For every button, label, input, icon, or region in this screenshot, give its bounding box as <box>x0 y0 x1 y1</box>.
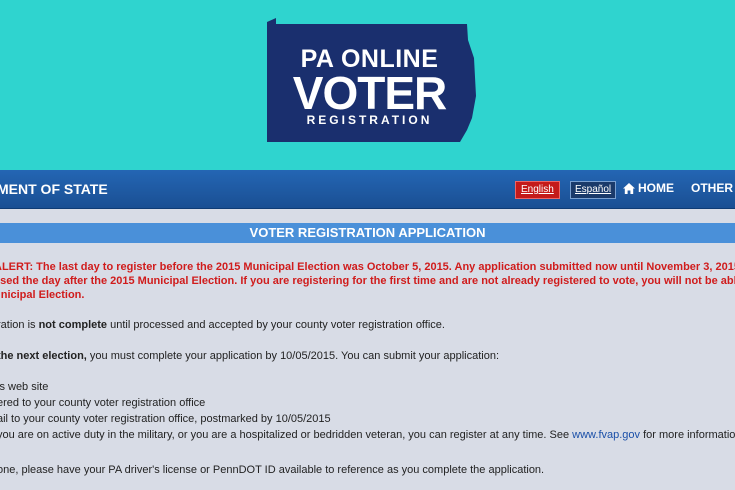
registration-status-text: ration is not complete until processed a… <box>0 319 445 331</box>
submit-option-web: is web site <box>0 381 49 393</box>
home-nav-label: HOME <box>638 181 674 195</box>
alert-line-2: ssed the day after the 2015 Municipal El… <box>0 275 735 287</box>
top-navigation-bar: MENT OF STATE English Español HOME OTHER… <box>0 170 735 209</box>
pa-online-voter-registration-logo[interactable]: PA ONLINE VOTER REGISTRATION <box>262 18 477 146</box>
alert-line-3: unicipal Election. <box>0 289 85 301</box>
logo-registration-text: REGISTRATION <box>306 113 433 127</box>
department-of-state-title[interactable]: MENT OF STATE <box>0 181 108 197</box>
language-spanish-button[interactable]: Español <box>570 181 617 199</box>
header-banner: PA ONLINE VOTER REGISTRATION <box>0 0 735 170</box>
submit-option-deliver: ered to your county voter registration o… <box>0 397 206 409</box>
submit-option-mail: ail to your county voter registration of… <box>0 413 331 425</box>
voter-registration-application-heading: VOTER REGISTRATION APPLICATION <box>0 223 735 243</box>
home-nav-link[interactable]: HOME <box>623 181 674 195</box>
language-english-button[interactable]: English <box>515 181 560 199</box>
fvap-link[interactable]: www.fvap.gov <box>572 429 640 441</box>
main-content: VOTER REGISTRATION APPLICATION ALERT: Th… <box>0 209 735 490</box>
logo-voter-text: VOTER <box>292 67 447 119</box>
other-languages-nav-link[interactable]: OTHER L <box>691 181 735 195</box>
deadline-text: the next election, you must complete you… <box>0 350 500 362</box>
home-icon <box>623 183 635 194</box>
military-info-text: you are on active duty in the military, … <box>0 429 735 441</box>
license-note-text: one, please have your PA driver's licens… <box>0 464 545 476</box>
alert-line-1: ALERT: The last day to register before t… <box>0 261 735 273</box>
registration-deadline-alert: ALERT: The last day to register before t… <box>0 260 735 302</box>
